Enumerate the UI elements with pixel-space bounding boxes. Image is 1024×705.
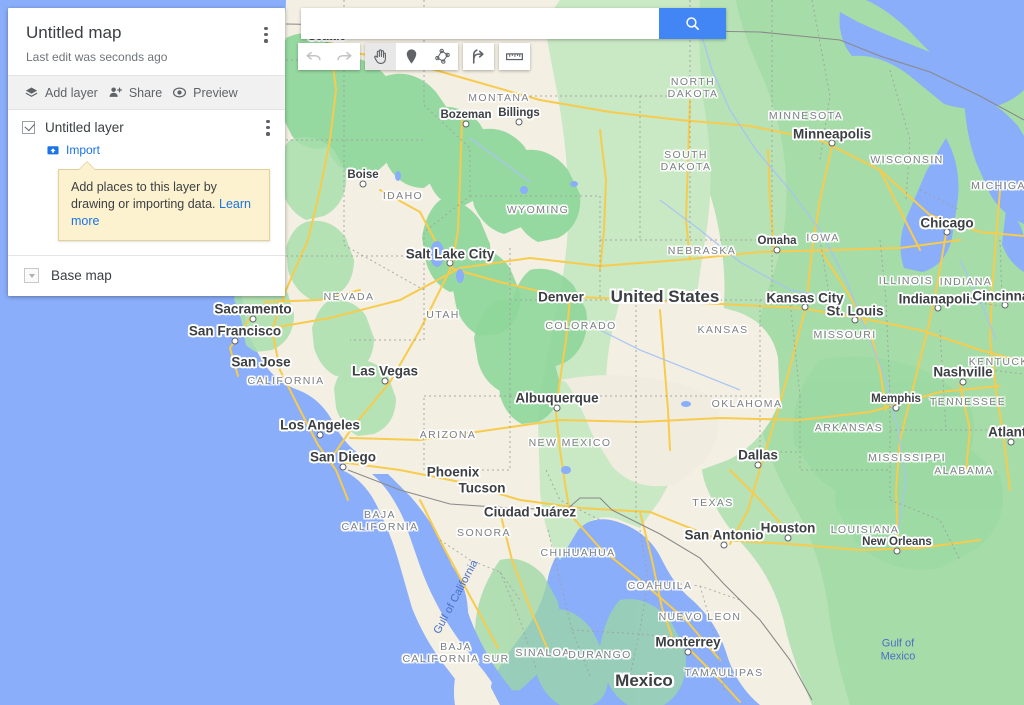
person-add-icon — [109, 87, 122, 97]
layers-icon — [25, 87, 38, 97]
base-map-label: Base map — [51, 268, 112, 283]
select-pan-button[interactable] — [365, 43, 396, 70]
directions-fork-icon — [472, 49, 484, 64]
layer-section: Untitled layer Import Add places to this… — [8, 110, 285, 255]
undo-button[interactable] — [298, 43, 329, 70]
add-layer-label: Add layer — [45, 85, 98, 100]
base-map-row[interactable]: Base map — [8, 255, 285, 296]
kebab-dot — [266, 132, 270, 136]
map-editor-panel: Untitled map Last edit was seconds ago A… — [8, 8, 285, 296]
redo-button[interactable] — [329, 43, 360, 70]
kebab-dot — [266, 120, 270, 124]
draw-polyline-icon — [435, 48, 450, 64]
layer-name[interactable]: Untitled layer — [45, 120, 124, 135]
share-button[interactable]: Share — [106, 83, 170, 102]
panel-header: Untitled map Last edit was seconds ago — [8, 8, 285, 75]
undo-arrow-icon — [306, 51, 321, 61]
preview-button[interactable]: Preview — [170, 83, 245, 102]
add-marker-button[interactable] — [396, 43, 427, 70]
add-directions-button[interactable] — [463, 43, 494, 70]
tooltip-message: Add places to this layer by drawing or i… — [71, 180, 217, 211]
import-label: Import — [66, 143, 101, 157]
map-last-edit-status: Last edit was seconds ago — [26, 50, 168, 64]
share-label: Share — [128, 85, 163, 100]
kebab-dot — [264, 39, 268, 43]
kebab-dot — [264, 33, 268, 37]
measure-button[interactable] — [499, 43, 530, 70]
import-button[interactable]: Import — [46, 143, 273, 157]
layer-visibility-checkbox[interactable] — [22, 121, 35, 134]
caret-down-icon[interactable] — [24, 268, 39, 283]
kebab-dot — [266, 126, 270, 130]
draw-line-button[interactable] — [427, 43, 458, 70]
layer-row: Untitled layer — [22, 120, 273, 135]
map-options-menu-button[interactable] — [258, 24, 274, 46]
redo-arrow-icon — [337, 51, 352, 61]
map-title[interactable]: Untitled map — [26, 22, 269, 44]
layer-hint-tooltip: Add places to this layer by drawing or i… — [58, 161, 270, 241]
map-pin-icon — [406, 49, 417, 64]
map-drawing-toolbar[interactable] — [298, 43, 530, 70]
layer-options-menu-button[interactable] — [260, 117, 276, 139]
preview-label: Preview — [193, 85, 238, 100]
kebab-dot — [264, 27, 268, 31]
tooltip-text: Add places to this layer by drawing or i… — [71, 179, 257, 230]
add-layer-button[interactable]: Add layer — [22, 83, 106, 102]
eye-icon — [173, 87, 187, 98]
search-button[interactable] — [659, 8, 726, 39]
panel-action-bar: Add layer Share Preview — [8, 75, 285, 110]
ruler-icon — [506, 53, 523, 61]
import-upload-icon — [47, 146, 59, 155]
hand-pan-icon — [374, 49, 386, 65]
map-search-bar[interactable] — [301, 8, 726, 39]
search-input[interactable] — [301, 8, 659, 39]
search-icon — [686, 17, 700, 31]
tooltip-arrow — [79, 161, 95, 170]
